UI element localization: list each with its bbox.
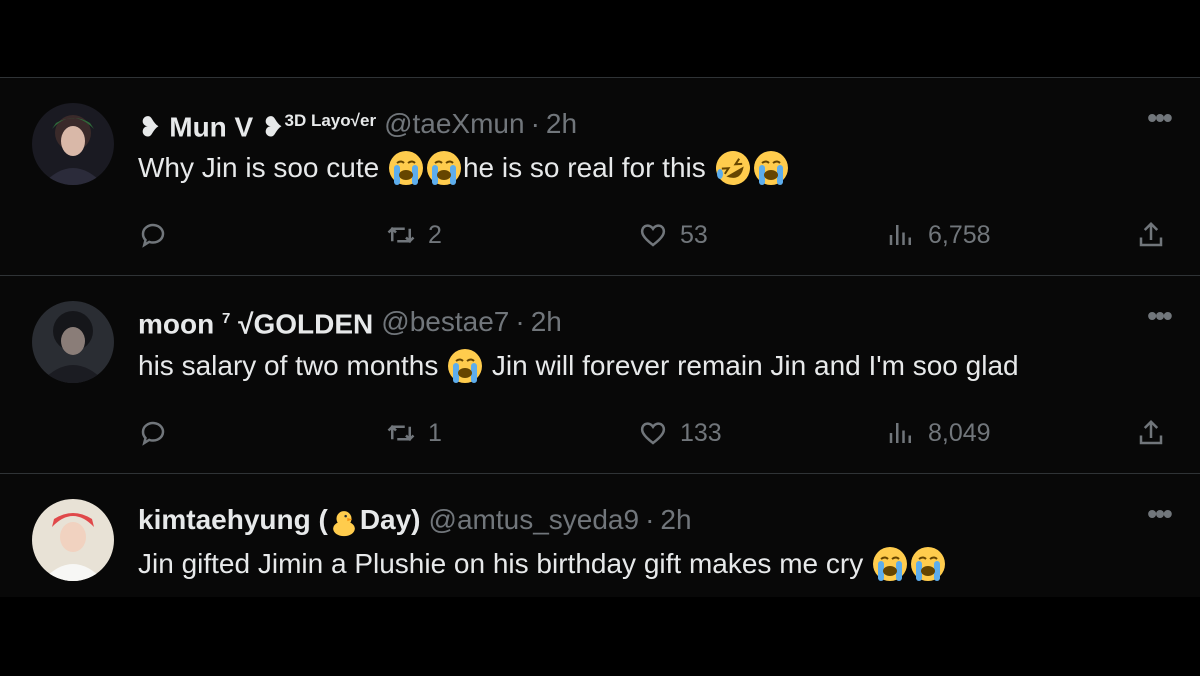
tweet-actions: 2 53 6,758 [0, 215, 1200, 255]
check-mark-icon: √ [350, 110, 360, 130]
loudly-crying-emoji-icon [426, 150, 462, 186]
share-icon [1139, 419, 1163, 445]
tweet[interactable]: ❥ Mun V ❥3D Layo√er @taeXmun · 2h ••• Wh… [0, 77, 1200, 275]
tweet[interactable]: moon 7 √GOLDEN @bestae7 · 2h ••• his sal… [0, 275, 1200, 473]
display-name[interactable]: moon 7 √GOLDEN [138, 299, 373, 344]
views-button[interactable]: 8,049 [886, 413, 991, 453]
handle[interactable]: @amtus_syeda9 [429, 500, 640, 540]
handle[interactable]: @bestae7 [381, 302, 509, 342]
ribbon-icon: ❥ [138, 111, 170, 143]
tweet-text: Why Jin is soo cute he is so real for th… [138, 148, 1140, 188]
tweet-actions: 1 133 8,049 [0, 413, 1200, 453]
retweet-button[interactable]: 1 [386, 413, 442, 453]
tweet-text: Jin gifted Jimin a Plushie on his birthd… [138, 544, 1140, 584]
retweet-icon [387, 226, 415, 244]
tweet-feed: ❥ Mun V ❥3D Layo√er @taeXmun · 2h ••• Wh… [0, 77, 1200, 597]
tweet-text: his salary of two months Jin will foreve… [138, 346, 1140, 386]
loudly-crying-emoji-icon [388, 150, 424, 186]
tweet[interactable]: kimtaehyung (Day) @amtus_syeda9 · 2h •••… [0, 473, 1200, 597]
like-button[interactable]: 133 [638, 413, 722, 453]
separator-dot: · [515, 306, 525, 337]
views-icon [889, 423, 911, 443]
chick-emoji-icon [329, 507, 359, 537]
timestamp[interactable]: 2h [660, 500, 691, 540]
tweet-text-part: Jin will forever remain Jin and I'm soo … [491, 350, 1019, 381]
tweet-text-part: his salary of two months [138, 350, 439, 381]
retweet-count: 1 [428, 418, 442, 447]
check-mark-icon: √ [230, 308, 254, 340]
timestamp[interactable]: 2h [531, 302, 562, 342]
tweet-text-part: Why Jin is soo cute [138, 152, 380, 183]
tweet-header: kimtaehyung (Day) @amtus_syeda9 · 2h [138, 500, 1130, 540]
timestamp[interactable]: 2h [546, 104, 577, 144]
reply-icon [141, 223, 165, 248]
separator-dot: · [645, 504, 655, 535]
tweet-header: ❥ Mun V ❥3D Layo√er @taeXmun · 2h [138, 104, 1130, 144]
tweet-text-part: he is so real for this [462, 152, 706, 183]
heart-icon [640, 224, 666, 247]
rolling-laughing-emoji-icon [715, 150, 751, 186]
like-count: 133 [680, 418, 722, 447]
views-count: 6,758 [928, 220, 991, 249]
retweet-icon [387, 424, 415, 442]
more-icon[interactable]: ••• [1144, 104, 1174, 138]
display-name[interactable]: ❥ Mun V ❥3D Layo√er [138, 101, 376, 147]
share-icon [1139, 221, 1163, 247]
loudly-crying-emoji-icon [872, 546, 908, 582]
ribbon-icon: ❥ [261, 111, 285, 143]
retweet-count: 2 [428, 220, 442, 249]
views-count: 8,049 [928, 418, 991, 447]
heart-icon [640, 422, 666, 445]
avatar[interactable] [32, 301, 114, 383]
like-button[interactable]: 53 [638, 215, 708, 255]
separator-dot: · [530, 108, 540, 139]
retweet-button[interactable]: 2 [386, 215, 442, 255]
loudly-crying-emoji-icon [910, 546, 946, 582]
loudly-crying-emoji-icon [447, 348, 483, 384]
tweet-header: moon 7 √GOLDEN @bestae7 · 2h [138, 302, 1130, 342]
reply-icon [141, 421, 165, 446]
views-button[interactable]: 6,758 [886, 215, 991, 255]
like-count: 53 [680, 220, 708, 249]
more-icon[interactable]: ••• [1144, 500, 1174, 534]
avatar[interactable] [32, 103, 114, 185]
loudly-crying-emoji-icon [753, 150, 789, 186]
display-name[interactable]: kimtaehyung (Day) [138, 500, 421, 540]
share-button[interactable] [1136, 215, 1166, 255]
handle[interactable]: @taeXmun [384, 104, 525, 144]
reply-button[interactable] [138, 215, 168, 255]
avatar[interactable] [32, 499, 114, 581]
reply-button[interactable] [138, 413, 168, 453]
tweet-text-part: Jin gifted Jimin a Plushie on his birthd… [138, 548, 864, 579]
more-icon[interactable]: ••• [1144, 302, 1174, 336]
share-button[interactable] [1136, 413, 1166, 453]
views-icon [889, 225, 911, 245]
